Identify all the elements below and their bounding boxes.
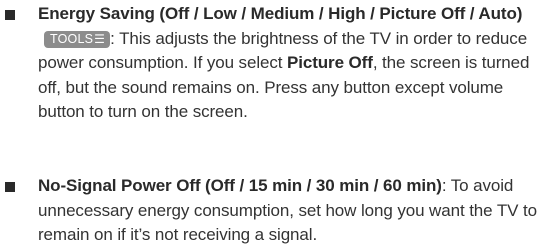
tools-icon: ☰	[94, 31, 106, 46]
item-text: Energy Saving (Off / Low / Medium / High…	[38, 2, 540, 125]
item-title: No-Signal Power Off (Off / 15 min / 30 m…	[38, 176, 442, 195]
square-bullet-icon	[5, 182, 15, 192]
square-bullet-icon	[5, 10, 15, 20]
item-title: Energy Saving (Off / Low / Medium / High…	[38, 4, 523, 23]
item-text: No-Signal Power Off (Off / 15 min / 30 m…	[38, 174, 540, 248]
tools-badge-label: TOOLS	[50, 31, 94, 46]
tools-badge: TOOLS☰	[44, 30, 111, 48]
item-description-bold: Picture Off	[287, 53, 373, 72]
manual-page: Energy Saving (Off / Low / Medium / High…	[0, 0, 540, 246]
